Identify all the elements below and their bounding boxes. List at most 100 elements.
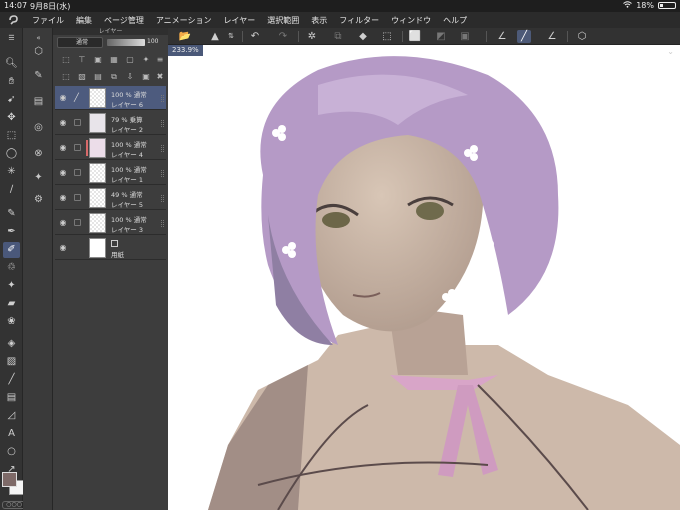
- drag-handle-icon[interactable]: [161, 145, 164, 152]
- main-color[interactable]: [2, 472, 17, 487]
- sparkle-icon[interactable]: ✦: [3, 278, 20, 294]
- color-wheel-icon[interactable]: ⊗: [30, 146, 47, 162]
- layer-check[interactable]: [74, 119, 81, 126]
- eye-icon[interactable]: ◉: [58, 93, 68, 103]
- new-vector-icon[interactable]: ▧: [77, 72, 87, 82]
- new-folder-icon[interactable]: ▤: [93, 72, 103, 82]
- palette-icon[interactable]: ✦: [141, 55, 151, 65]
- merge-icon[interactable]: ⇩: [125, 72, 135, 82]
- layer-row[interactable]: ◉ 100 % 通常 レイヤー 3: [55, 211, 166, 235]
- menu-selection[interactable]: 選択範囲: [261, 15, 305, 26]
- stroke-stabilize-icon[interactable]: ╱: [517, 30, 531, 43]
- copy-icon[interactable]: ⧉: [331, 30, 345, 43]
- lasso-icon[interactable]: ◯: [3, 146, 20, 162]
- stepper-icon[interactable]: ⇅: [224, 30, 238, 43]
- wand-icon[interactable]: ✳: [3, 164, 20, 180]
- tool-property-icon[interactable]: ✎: [30, 68, 47, 84]
- eye-icon[interactable]: ◉: [58, 143, 68, 153]
- eye-icon[interactable]: ◉: [58, 118, 68, 128]
- menu-layer[interactable]: レイヤー: [218, 15, 262, 26]
- snap-special-icon[interactable]: ∠: [545, 30, 559, 43]
- menu-edit[interactable]: 編集: [70, 15, 98, 26]
- pencil-icon[interactable]: ✎: [3, 206, 20, 222]
- frame-icon[interactable]: ▤: [3, 390, 20, 406]
- chevron-down-icon[interactable]: ⌄: [667, 47, 674, 56]
- clear-icon[interactable]: ▣: [458, 30, 472, 43]
- pen-nib-icon[interactable]: ✒: [3, 224, 20, 240]
- layer-row[interactable]: ◉ 100 % 通常 レイヤー 1: [55, 161, 166, 185]
- deselect-icon[interactable]: ⬜: [408, 30, 422, 43]
- blend-mode-select[interactable]: 通常: [57, 37, 103, 48]
- copy-layer-icon[interactable]: ⧉: [109, 72, 119, 82]
- menu-view[interactable]: 表示: [305, 15, 333, 26]
- layer-row[interactable]: ◉ 79 % 乗算 レイヤー 2: [55, 111, 166, 135]
- transform-icon[interactable]: ⬚: [380, 30, 394, 43]
- layer-row[interactable]: ◉ 用紙: [55, 236, 166, 260]
- menu-icon[interactable]: ≡: [155, 55, 165, 65]
- save-icon[interactable]: ▲: [208, 30, 222, 43]
- new-raster-icon[interactable]: ⬚: [61, 72, 71, 82]
- fill-layer-icon[interactable]: ◆: [356, 30, 370, 43]
- lock-icon[interactable]: ▣: [93, 55, 103, 65]
- layer-pen-icon[interactable]: ╱: [74, 94, 81, 102]
- select-icon[interactable]: ⬚: [3, 128, 20, 144]
- fill-icon[interactable]: ◈: [3, 336, 20, 352]
- zoom-icon[interactable]: 🔍︎: [3, 56, 20, 72]
- drag-handle-icon[interactable]: [161, 120, 164, 127]
- layer-check[interactable]: [74, 219, 81, 226]
- layer-panel-icon[interactable]: ▤: [30, 94, 47, 110]
- invert-icon[interactable]: ◩: [434, 30, 448, 43]
- menu-file[interactable]: ファイル: [26, 15, 70, 26]
- drag-handle-icon[interactable]: [161, 95, 164, 102]
- clip-icon[interactable]: ⬚: [61, 55, 71, 65]
- layer-check[interactable]: [74, 144, 81, 151]
- layer-check[interactable]: [74, 169, 81, 176]
- history-icon[interactable]: ⚙: [30, 192, 47, 208]
- grip-icon[interactable]: ☰: [3, 30, 20, 46]
- gradient-icon[interactable]: ▨: [3, 354, 20, 370]
- trash-icon[interactable]: ✖: [155, 72, 165, 82]
- move-icon[interactable]: ✥: [3, 110, 20, 126]
- reference-icon[interactable]: ⊤: [77, 55, 87, 65]
- hand-icon[interactable]: ✋︎: [3, 74, 20, 90]
- eye-icon[interactable]: ◉: [58, 193, 68, 203]
- menu-help[interactable]: ヘルプ: [437, 15, 473, 26]
- layer-check[interactable]: [74, 194, 81, 201]
- mask-add-icon[interactable]: ▣: [141, 72, 151, 82]
- ruler-icon[interactable]: ◿: [3, 408, 20, 424]
- layer-row[interactable]: ◉ 49 % 通常 レイヤー 5: [55, 186, 166, 210]
- layer-row[interactable]: ◉ 100 % 通常 レイヤー 4: [55, 136, 166, 160]
- airbrush-icon[interactable]: ♲: [3, 260, 20, 276]
- layer-row[interactable]: ◉ ╱ 100 % 通常 レイヤー 6: [55, 86, 166, 110]
- menu-page-manage[interactable]: ページ管理: [98, 15, 150, 26]
- drag-handle-icon[interactable]: [161, 220, 164, 227]
- redo-icon[interactable]: ↷: [276, 30, 290, 43]
- drag-handle-icon[interactable]: [161, 195, 164, 202]
- eye-icon[interactable]: ◉: [58, 218, 68, 228]
- lock-transparency-icon[interactable]: ▦: [109, 55, 119, 65]
- balloon-icon[interactable]: ○: [3, 444, 20, 460]
- brush-icon[interactable]: ✐: [3, 242, 20, 258]
- menu-window[interactable]: ウィンドウ: [385, 15, 437, 26]
- sub-tool-icon[interactable]: ⬡: [30, 44, 47, 60]
- ruler-snap-icon[interactable]: ∠: [495, 30, 509, 43]
- canvas[interactable]: [168, 45, 680, 510]
- navigator-icon[interactable]: ◎: [30, 120, 47, 136]
- blend-icon[interactable]: ❀: [3, 314, 20, 330]
- color-swatch[interactable]: [2, 472, 24, 500]
- eyedropper-icon[interactable]: ∕: [3, 182, 20, 198]
- drag-handle-icon[interactable]: [161, 170, 164, 177]
- modifier-key-icon[interactable]: ⬡: [575, 30, 589, 43]
- opacity-value[interactable]: 100: [147, 38, 158, 45]
- opacity-slider[interactable]: [107, 39, 145, 46]
- menu-animation[interactable]: アニメーション: [150, 15, 218, 26]
- eye-icon[interactable]: ◉: [58, 168, 68, 178]
- text-icon[interactable]: A: [3, 426, 20, 442]
- material-icon[interactable]: ✦: [30, 170, 47, 186]
- clip-studio-logo[interactable]: [0, 12, 26, 28]
- eraser-icon[interactable]: ▰: [3, 296, 20, 312]
- menu-filter[interactable]: フィルター: [333, 15, 385, 26]
- eye-icon[interactable]: ◉: [58, 243, 68, 253]
- mask-icon[interactable]: ▢: [125, 55, 135, 65]
- pen-icon[interactable]: ➹: [3, 92, 20, 108]
